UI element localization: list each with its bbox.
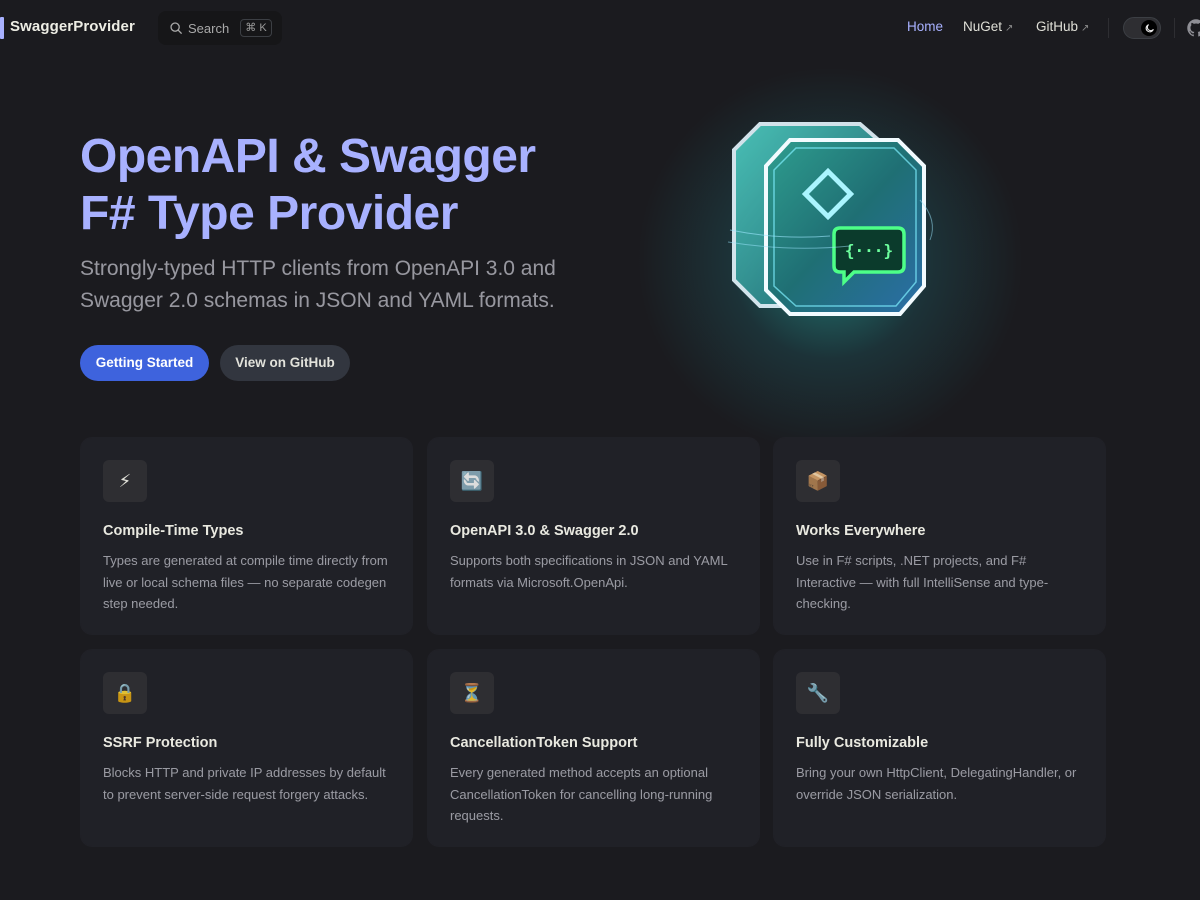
feature-details: Blocks HTTP and private IP addresses by … [103, 765, 386, 802]
feature-card: 📦 Works Everywhere Use in F# scripts, .N… [773, 437, 1106, 635]
nav-link-label: Home [907, 19, 944, 34]
feature-title: Compile-Time Types [103, 523, 244, 539]
hero-title-line: F# Type Provider [80, 187, 458, 240]
feature-card: 🔧 Fully Customizable Bring your own Http… [773, 649, 1106, 847]
feature-details: Supports both specifications in JSON and… [450, 553, 728, 590]
logo-mark [0, 17, 4, 39]
package-icon: 📦 [796, 460, 840, 502]
theme-toggle[interactable] [1123, 17, 1161, 39]
feature-card: 🔒 SSRF Protection Blocks HTTP and privat… [80, 649, 413, 847]
feature-title: CancellationToken Support [450, 735, 638, 751]
nav-link-home[interactable]: Home [907, 19, 943, 34]
feature-title: SSRF Protection [103, 735, 218, 751]
nav-link-label: NuGet [963, 19, 1003, 34]
feature-details: Use in F# scripts, .NET projects, and F#… [796, 553, 1049, 611]
search-button[interactable]: Search ⌘ K [158, 11, 282, 45]
nav-link-label: GitHub [1036, 19, 1079, 34]
feature-card: ⏳ CancellationToken Support Every genera… [427, 649, 760, 847]
search-icon [170, 22, 182, 34]
search-shortcut-hint: ⌘ K [240, 19, 272, 37]
external-link-icon: ↗ [1005, 23, 1014, 34]
nav-divider [1174, 18, 1175, 38]
wrench-icon: 🔧 [796, 672, 840, 714]
getting-started-button[interactable]: Getting Started [80, 345, 209, 381]
nav-divider [1108, 18, 1109, 38]
hero-title: OpenAPI & Swagger F# Type Provider [80, 128, 640, 242]
hero-tagline: Strongly-typed HTTP clients from OpenAPI… [80, 257, 556, 312]
feature-card: 🔄 OpenAPI 3.0 & Swagger 2.0 Supports bot… [427, 437, 760, 635]
site-title-link[interactable]: SwaggerProvider [10, 18, 135, 35]
feature-details: Every generated method accepts an option… [450, 765, 713, 823]
moon-icon [1145, 23, 1154, 32]
lock-icon: 🔒 [103, 672, 147, 714]
nav-link-github[interactable]: GitHub ↗ [1036, 19, 1089, 34]
search-label: Search [188, 21, 230, 36]
nav-link-nuget[interactable]: NuGet ↗ [963, 19, 1013, 34]
hourglass-icon: ⏳ [450, 672, 494, 714]
external-link-icon: ↗ [1081, 23, 1090, 34]
view-on-github-button[interactable]: View on GitHub [220, 345, 350, 381]
navbar: SwaggerProvider Search ⌘ K Home NuGet ↗ G… [0, 0, 1200, 56]
toggle-knob [1141, 20, 1157, 36]
hero-title-line: OpenAPI & Swagger [80, 130, 536, 183]
openapi-cube-icon: {···} [727, 122, 933, 316]
lightning-icon: ⚡ [103, 460, 147, 502]
github-icon[interactable] [1186, 18, 1200, 38]
feature-title: Fully Customizable [796, 735, 929, 751]
arrows-cycle-icon: 🔄 [450, 460, 494, 502]
feature-details: Bring your own HttpClient, DelegatingHan… [796, 765, 1077, 802]
feature-card: ⚡ Compile-Time Types Types are generated… [80, 437, 413, 635]
code-bubble-text: {···} [845, 241, 893, 260]
feature-title: Works Everywhere [796, 523, 926, 539]
feature-details: Types are generated at compile time dire… [103, 553, 388, 611]
features-grid: ⚡ Compile-Time Types Types are generated… [80, 437, 1107, 849]
feature-title: OpenAPI 3.0 & Swagger 2.0 [450, 523, 639, 539]
